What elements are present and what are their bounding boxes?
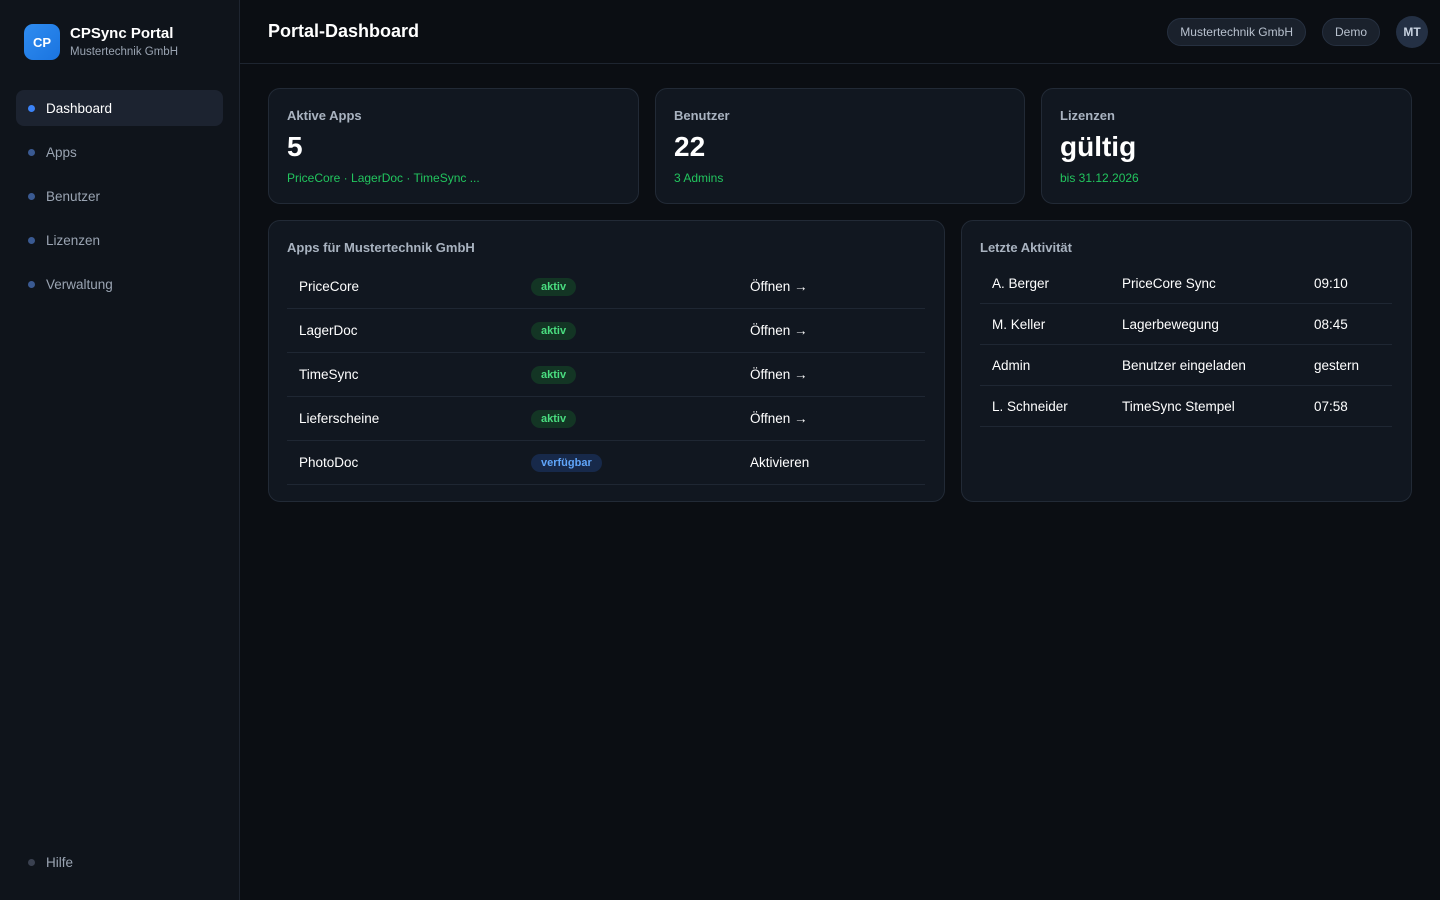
activity-user: Admin xyxy=(992,357,1031,373)
activity-event: Benutzer eingeladen xyxy=(1122,357,1246,373)
activity-panel: Letzte Aktivität A. Berger PriceCore Syn… xyxy=(961,220,1412,502)
table-row: TimeSync aktiv Öffnen → xyxy=(287,353,925,397)
stat-subtext: 3 Admins xyxy=(674,171,724,185)
sidebar-item-verwaltung[interactable]: Verwaltung xyxy=(16,266,223,302)
stat-value: 22 xyxy=(674,131,706,162)
apps-panel: Apps für Mustertechnik GmbH PriceCore ak… xyxy=(268,220,945,502)
status-badge: verfügbar xyxy=(531,453,602,472)
stat-value: gültig xyxy=(1060,131,1137,162)
sidebar-item-hilfe[interactable]: Hilfe xyxy=(16,844,223,880)
open-app-link[interactable]: Öffnen → xyxy=(750,411,808,426)
activity-event: Lagerbewegung xyxy=(1122,316,1219,332)
status-badge: aktiv xyxy=(531,409,577,428)
avatar[interactable]: MT xyxy=(1396,16,1428,48)
brand[interactable]: CP CPSync Portal Mustertechnik GmbH xyxy=(24,24,178,60)
dot-icon xyxy=(28,148,35,156)
sidebar-nav: Dashboard Apps Benutzer Lizenzen Verwalt… xyxy=(16,90,223,310)
status-badge: aktiv xyxy=(531,321,577,340)
brand-subtitle: Mustertechnik GmbH xyxy=(70,45,179,58)
panel-title: Letzte Aktivität xyxy=(980,240,1072,255)
stat-value: 5 xyxy=(287,131,303,162)
stat-label: Lizenzen xyxy=(1060,108,1115,123)
stat-label: Aktive Apps xyxy=(287,108,362,123)
dot-icon xyxy=(28,192,35,200)
top-header: Portal-Dashboard Mustertechnik GmbH Demo… xyxy=(240,0,1440,64)
company-switcher[interactable]: Mustertechnik GmbH xyxy=(1167,18,1306,46)
sidebar-item-label: Benutzer xyxy=(46,188,101,204)
sidebar-item-apps[interactable]: Apps xyxy=(16,134,223,170)
open-app-link[interactable]: Öffnen → xyxy=(750,323,808,338)
activity-time: 07:58 xyxy=(1314,398,1348,414)
stat-subtext: bis 31.12.2026 xyxy=(1060,171,1139,185)
sidebar-item-label: Apps xyxy=(46,144,77,160)
activity-event: TimeSync Stempel xyxy=(1122,398,1235,414)
table-row: Lieferscheine aktiv Öffnen → xyxy=(287,397,925,441)
panel-title: Apps für Mustertechnik GmbH xyxy=(287,240,475,255)
activity-user: A. Berger xyxy=(992,275,1050,291)
table-row: PhotoDoc verfügbar Aktivieren xyxy=(287,441,925,485)
activity-user: M. Keller xyxy=(992,316,1046,332)
sidebar-item-label: Verwaltung xyxy=(46,276,113,292)
dot-icon xyxy=(28,104,35,112)
sidebar-item-label: Lizenzen xyxy=(46,232,101,248)
brand-logo: CP xyxy=(24,24,60,60)
open-app-link[interactable]: Öffnen → xyxy=(750,367,808,382)
sidebar-item-label: Hilfe xyxy=(46,854,74,870)
stat-subtext: PriceCore · LagerDoc · TimeSync ... xyxy=(287,171,480,185)
table-row: Admin Benutzer eingeladen gestern xyxy=(980,345,1392,386)
page-title: Portal-Dashboard xyxy=(268,21,420,41)
sidebar-item-label: Dashboard xyxy=(46,100,113,116)
mode-badge[interactable]: Demo xyxy=(1321,18,1380,46)
table-row: A. Berger PriceCore Sync 09:10 xyxy=(980,263,1392,304)
stat-card-licenses: Lizenzen gültig bis 31.12.2026 xyxy=(1041,88,1412,204)
activity-table: A. Berger PriceCore Sync 09:10 M. Keller… xyxy=(980,263,1392,427)
activity-user: L. Schneider xyxy=(992,398,1068,414)
open-app-link[interactable]: Öffnen → xyxy=(750,279,808,294)
app-name: LagerDoc xyxy=(299,323,358,338)
dot-icon xyxy=(28,280,35,288)
sidebar: CP CPSync Portal Mustertechnik GmbH Dash… xyxy=(0,0,240,900)
dot-icon xyxy=(28,858,35,866)
help-section: Hilfe xyxy=(16,844,223,888)
sidebar-item-dashboard[interactable]: Dashboard xyxy=(16,90,223,126)
stat-card-apps: Aktive Apps 5 PriceCore · LagerDoc · Tim… xyxy=(268,88,639,204)
app-name: Lieferscheine xyxy=(299,411,380,426)
activity-time: 08:45 xyxy=(1314,316,1348,332)
activity-event: PriceCore Sync xyxy=(1122,275,1216,291)
app-name: PriceCore xyxy=(299,279,360,294)
table-row: PriceCore aktiv Öffnen → xyxy=(287,265,925,309)
table-row: LagerDoc aktiv Öffnen → xyxy=(287,309,925,353)
app-name: TimeSync xyxy=(299,367,359,382)
activity-time: gestern xyxy=(1314,357,1360,373)
sidebar-item-benutzer[interactable]: Benutzer xyxy=(16,178,223,214)
stat-label: Benutzer xyxy=(674,108,730,123)
app-name: PhotoDoc xyxy=(299,455,359,470)
status-badge: aktiv xyxy=(531,277,577,296)
apps-table: PriceCore aktiv Öffnen → LagerDoc aktiv … xyxy=(287,265,925,485)
activate-app-link[interactable]: Aktivieren xyxy=(750,455,809,470)
sidebar-item-lizenzen[interactable]: Lizenzen xyxy=(16,222,223,258)
dot-icon xyxy=(28,236,35,244)
stat-card-users: Benutzer 22 3 Admins xyxy=(655,88,1025,204)
table-row: M. Keller Lagerbewegung 08:45 xyxy=(980,304,1392,345)
status-badge: aktiv xyxy=(531,365,577,384)
table-row: L. Schneider TimeSync Stempel 07:58 xyxy=(980,386,1392,427)
brand-title: CPSync Portal xyxy=(70,24,174,42)
activity-time: 09:10 xyxy=(1314,275,1348,291)
